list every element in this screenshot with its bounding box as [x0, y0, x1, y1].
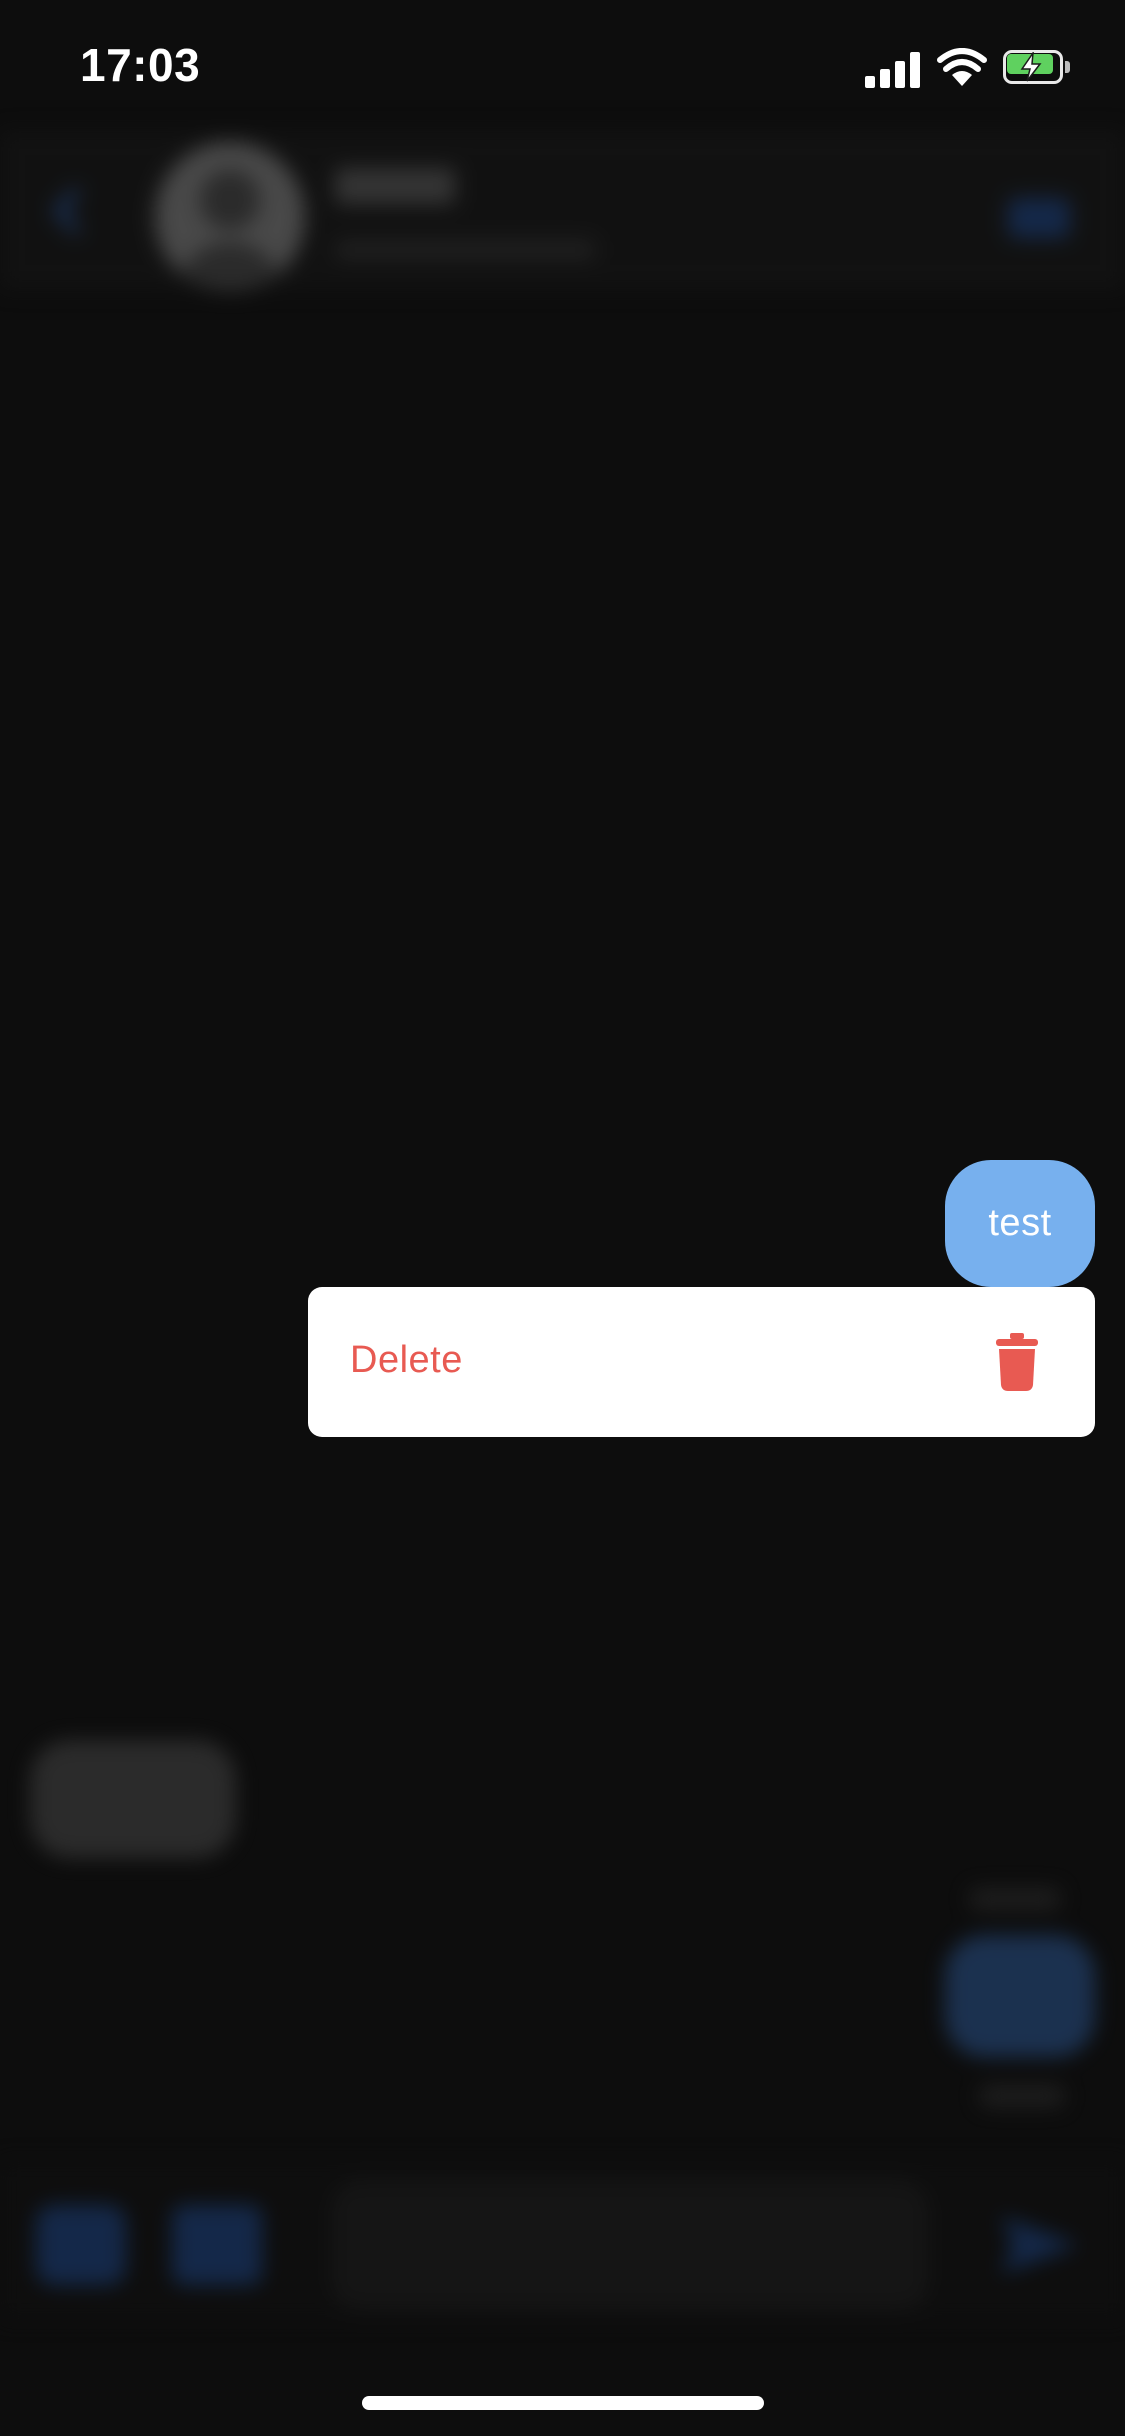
- received-message-bubble[interactable]: [30, 1740, 236, 1858]
- delete-label: Delete: [350, 1339, 463, 1381]
- status-time: 17:03: [80, 39, 201, 91]
- status-bar: 17:03: [0, 0, 1125, 132]
- camera-icon[interactable]: [36, 2205, 126, 2285]
- battery-charging-icon: [1003, 50, 1071, 86]
- selected-message-bubble[interactable]: test: [945, 1160, 1095, 1287]
- contact-status: [335, 240, 595, 260]
- trash-icon: [996, 1333, 1038, 1391]
- send-icon[interactable]: [995, 2210, 1085, 2280]
- contact-name: [335, 168, 455, 204]
- wifi-icon: [937, 48, 987, 86]
- message-text: test: [988, 1202, 1052, 1244]
- message-timestamp: [980, 2085, 1064, 2107]
- delete-menu-item[interactable]: Delete: [308, 1287, 1095, 1437]
- home-indicator[interactable]: [362, 2396, 764, 2410]
- video-call-icon[interactable]: [1008, 198, 1070, 238]
- gallery-icon[interactable]: [172, 2205, 262, 2285]
- message-context-menu: Delete: [308, 1287, 1095, 1437]
- back-chevron-icon[interactable]: [52, 188, 82, 234]
- message-timestamp: [970, 1888, 1060, 1910]
- avatar[interactable]: [155, 142, 305, 292]
- status-icons: [865, 48, 1085, 92]
- sent-message-bubble[interactable]: [945, 1935, 1095, 2057]
- cellular-signal-icon: [865, 50, 921, 88]
- message-input[interactable]: [330, 2180, 930, 2310]
